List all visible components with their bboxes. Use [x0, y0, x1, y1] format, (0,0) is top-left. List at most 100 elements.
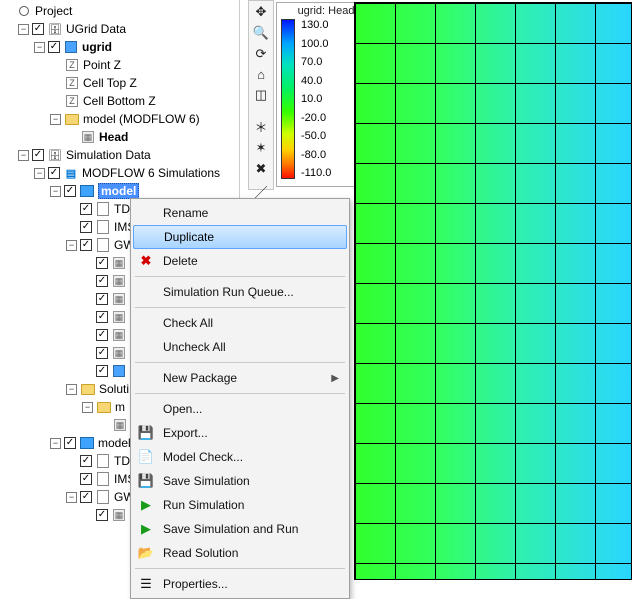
collapse-icon[interactable]: − [34, 42, 45, 53]
tree-model-mf6[interactable]: − model (MODFLOW 6) [50, 110, 239, 128]
checkbox-icon[interactable]: ✓ [96, 293, 108, 305]
tool-snap[interactable]: ✶ [251, 139, 271, 157]
model-icon [79, 435, 95, 451]
checkbox-icon[interactable]: ✓ [96, 257, 108, 269]
tree-simdata[interactable]: − ✓ 🗄 Simulation Data [18, 146, 239, 164]
menu-item-open[interactable]: Open... [133, 397, 347, 421]
legend-tick: -20.0 [301, 112, 331, 124]
checkbox-icon[interactable]: ✓ [96, 329, 108, 341]
collapse-icon[interactable]: − [18, 150, 29, 161]
menu-separator [135, 568, 345, 569]
legend-tick: 40.0 [301, 75, 331, 87]
menu-item-export[interactable]: 💾Export... [133, 421, 347, 445]
model-icon [79, 183, 95, 199]
collapse-icon[interactable]: − [50, 114, 61, 125]
menu-item-save-simulation-and-run[interactable]: ▶Save Simulation and Run [133, 517, 347, 541]
checkbox-icon[interactable]: ✓ [80, 491, 92, 503]
tool-x[interactable]: ✖ [251, 160, 271, 178]
doc-icon [95, 219, 111, 235]
menu-item-label: Check All [163, 316, 213, 330]
checkbox-icon[interactable]: ✓ [80, 239, 92, 251]
checkbox-icon[interactable]: ✓ [96, 275, 108, 287]
collapse-icon[interactable]: − [50, 186, 61, 197]
collapse-icon[interactable]: − [34, 168, 45, 179]
legend-ticks: 130.0 100.0 70.0 40.0 10.0 -20.0 -50.0 -… [301, 19, 331, 179]
menu-item-label: Duplicate [164, 230, 214, 244]
checkbox-icon[interactable]: ✓ [80, 473, 92, 485]
legend-tick: -110.0 [301, 167, 331, 179]
play-save-icon: ▶ [137, 520, 155, 538]
node-label: Cell Top Z [83, 76, 137, 90]
menu-item-rename[interactable]: Rename [133, 201, 347, 225]
tree-mf6sims[interactable]: − ✓ ▤ MODFLOW 6 Simulations [34, 164, 239, 182]
checkbox-icon[interactable]: ✓ [96, 311, 108, 323]
checkbox-icon[interactable]: ✓ [80, 203, 92, 215]
legend-tick: -80.0 [301, 149, 331, 161]
menu-item-label: Properties... [163, 577, 228, 591]
menu-item-model-check[interactable]: 📄Model Check... [133, 445, 347, 469]
menu-item-delete[interactable]: ✖Delete [133, 249, 347, 273]
collapse-icon[interactable]: − [50, 438, 61, 449]
checkbox-icon[interactable]: ✓ [96, 509, 108, 521]
collapse-icon[interactable]: − [66, 492, 77, 503]
tool-select[interactable]: ◫ [251, 86, 271, 104]
checkbox-icon[interactable]: ✓ [32, 23, 44, 35]
menu-item-run-simulation[interactable]: ▶Run Simulation [133, 493, 347, 517]
collapse-icon[interactable]: − [66, 384, 77, 395]
collapse-icon[interactable]: − [82, 402, 93, 413]
collapse-icon[interactable]: − [18, 24, 29, 35]
doc-icon [95, 471, 111, 487]
menu-item-save-simulation[interactable]: 💾Save Simulation [133, 469, 347, 493]
node-label: Simulation Data [66, 148, 151, 162]
checkbox-icon[interactable]: ✓ [96, 365, 108, 377]
doc-icon [95, 201, 111, 217]
menu-separator [135, 276, 345, 277]
grid-icon: ▦ [111, 507, 127, 523]
menu-item-label: Run Simulation [163, 498, 244, 512]
color-grid [355, 3, 631, 579]
menu-item-label: Open... [163, 402, 202, 416]
tree-root[interactable]: Project [2, 2, 239, 20]
menu-item-properties[interactable]: ☰Properties... [133, 572, 347, 596]
tree-head[interactable]: ▦Head [66, 128, 239, 146]
menu-item-check-all[interactable]: Check All [133, 311, 347, 335]
folder-icon [64, 111, 80, 127]
legend-tick: 10.0 [301, 93, 331, 105]
tree-ugrid-data[interactable]: − ✓ 🗄 UGrid Data [18, 20, 239, 38]
checkbox-icon[interactable]: ✓ [48, 167, 60, 179]
checkbox-icon[interactable]: ✓ [64, 437, 76, 449]
menu-separator [135, 307, 345, 308]
tool-home[interactable]: ⌂ [251, 66, 271, 83]
checkbox-icon[interactable]: ✓ [32, 149, 44, 161]
tool-zoom[interactable]: 🔍 [251, 24, 271, 42]
tree-ugrid[interactable]: − ✓ ugrid [34, 38, 239, 56]
circle-icon [16, 3, 32, 19]
map-viewport[interactable] [354, 2, 632, 580]
menu-item-read-solution[interactable]: 📂Read Solution [133, 541, 347, 565]
menu-item-duplicate[interactable]: Duplicate [133, 225, 347, 249]
tree-pointz[interactable]: ZPoint Z [50, 56, 239, 74]
tree-root-label: Project [35, 4, 72, 18]
checkbox-icon[interactable]: ✓ [80, 221, 92, 233]
context-menu[interactable]: Rename Duplicate ✖Delete Simulation Run Que… [130, 198, 350, 599]
tool-cursor[interactable]: ✥ [251, 3, 271, 21]
checkbox-icon[interactable]: ✓ [64, 185, 76, 197]
grid-icon: ▦ [111, 255, 127, 271]
menu-item-simulation-run-queue[interactable]: Simulation Run Queue... [133, 280, 347, 304]
tree-celltopz[interactable]: ZCell Top Z [50, 74, 239, 92]
document-icon: 📄 [137, 448, 155, 466]
checkbox-icon[interactable]: ✓ [48, 41, 60, 53]
tool-point[interactable]: ＊ [251, 116, 271, 136]
checkbox-icon[interactable]: ✓ [96, 347, 108, 359]
menu-item-new-package[interactable]: New Package▶ [133, 366, 347, 390]
menu-separator [135, 362, 345, 363]
submenu-arrow-icon: ▶ [331, 373, 339, 384]
menu-item-uncheck-all[interactable]: Uncheck All [133, 335, 347, 359]
tool-rotate[interactable]: ⟳ [251, 45, 271, 63]
collapse-icon[interactable]: − [66, 240, 77, 251]
checkbox-icon[interactable]: ✓ [80, 455, 92, 467]
folder-open-icon: 📂 [137, 544, 155, 562]
tree-cellbottomz[interactable]: ZCell Bottom Z [50, 92, 239, 110]
doc-icon [95, 237, 111, 253]
legend-tick: 100.0 [301, 38, 331, 50]
